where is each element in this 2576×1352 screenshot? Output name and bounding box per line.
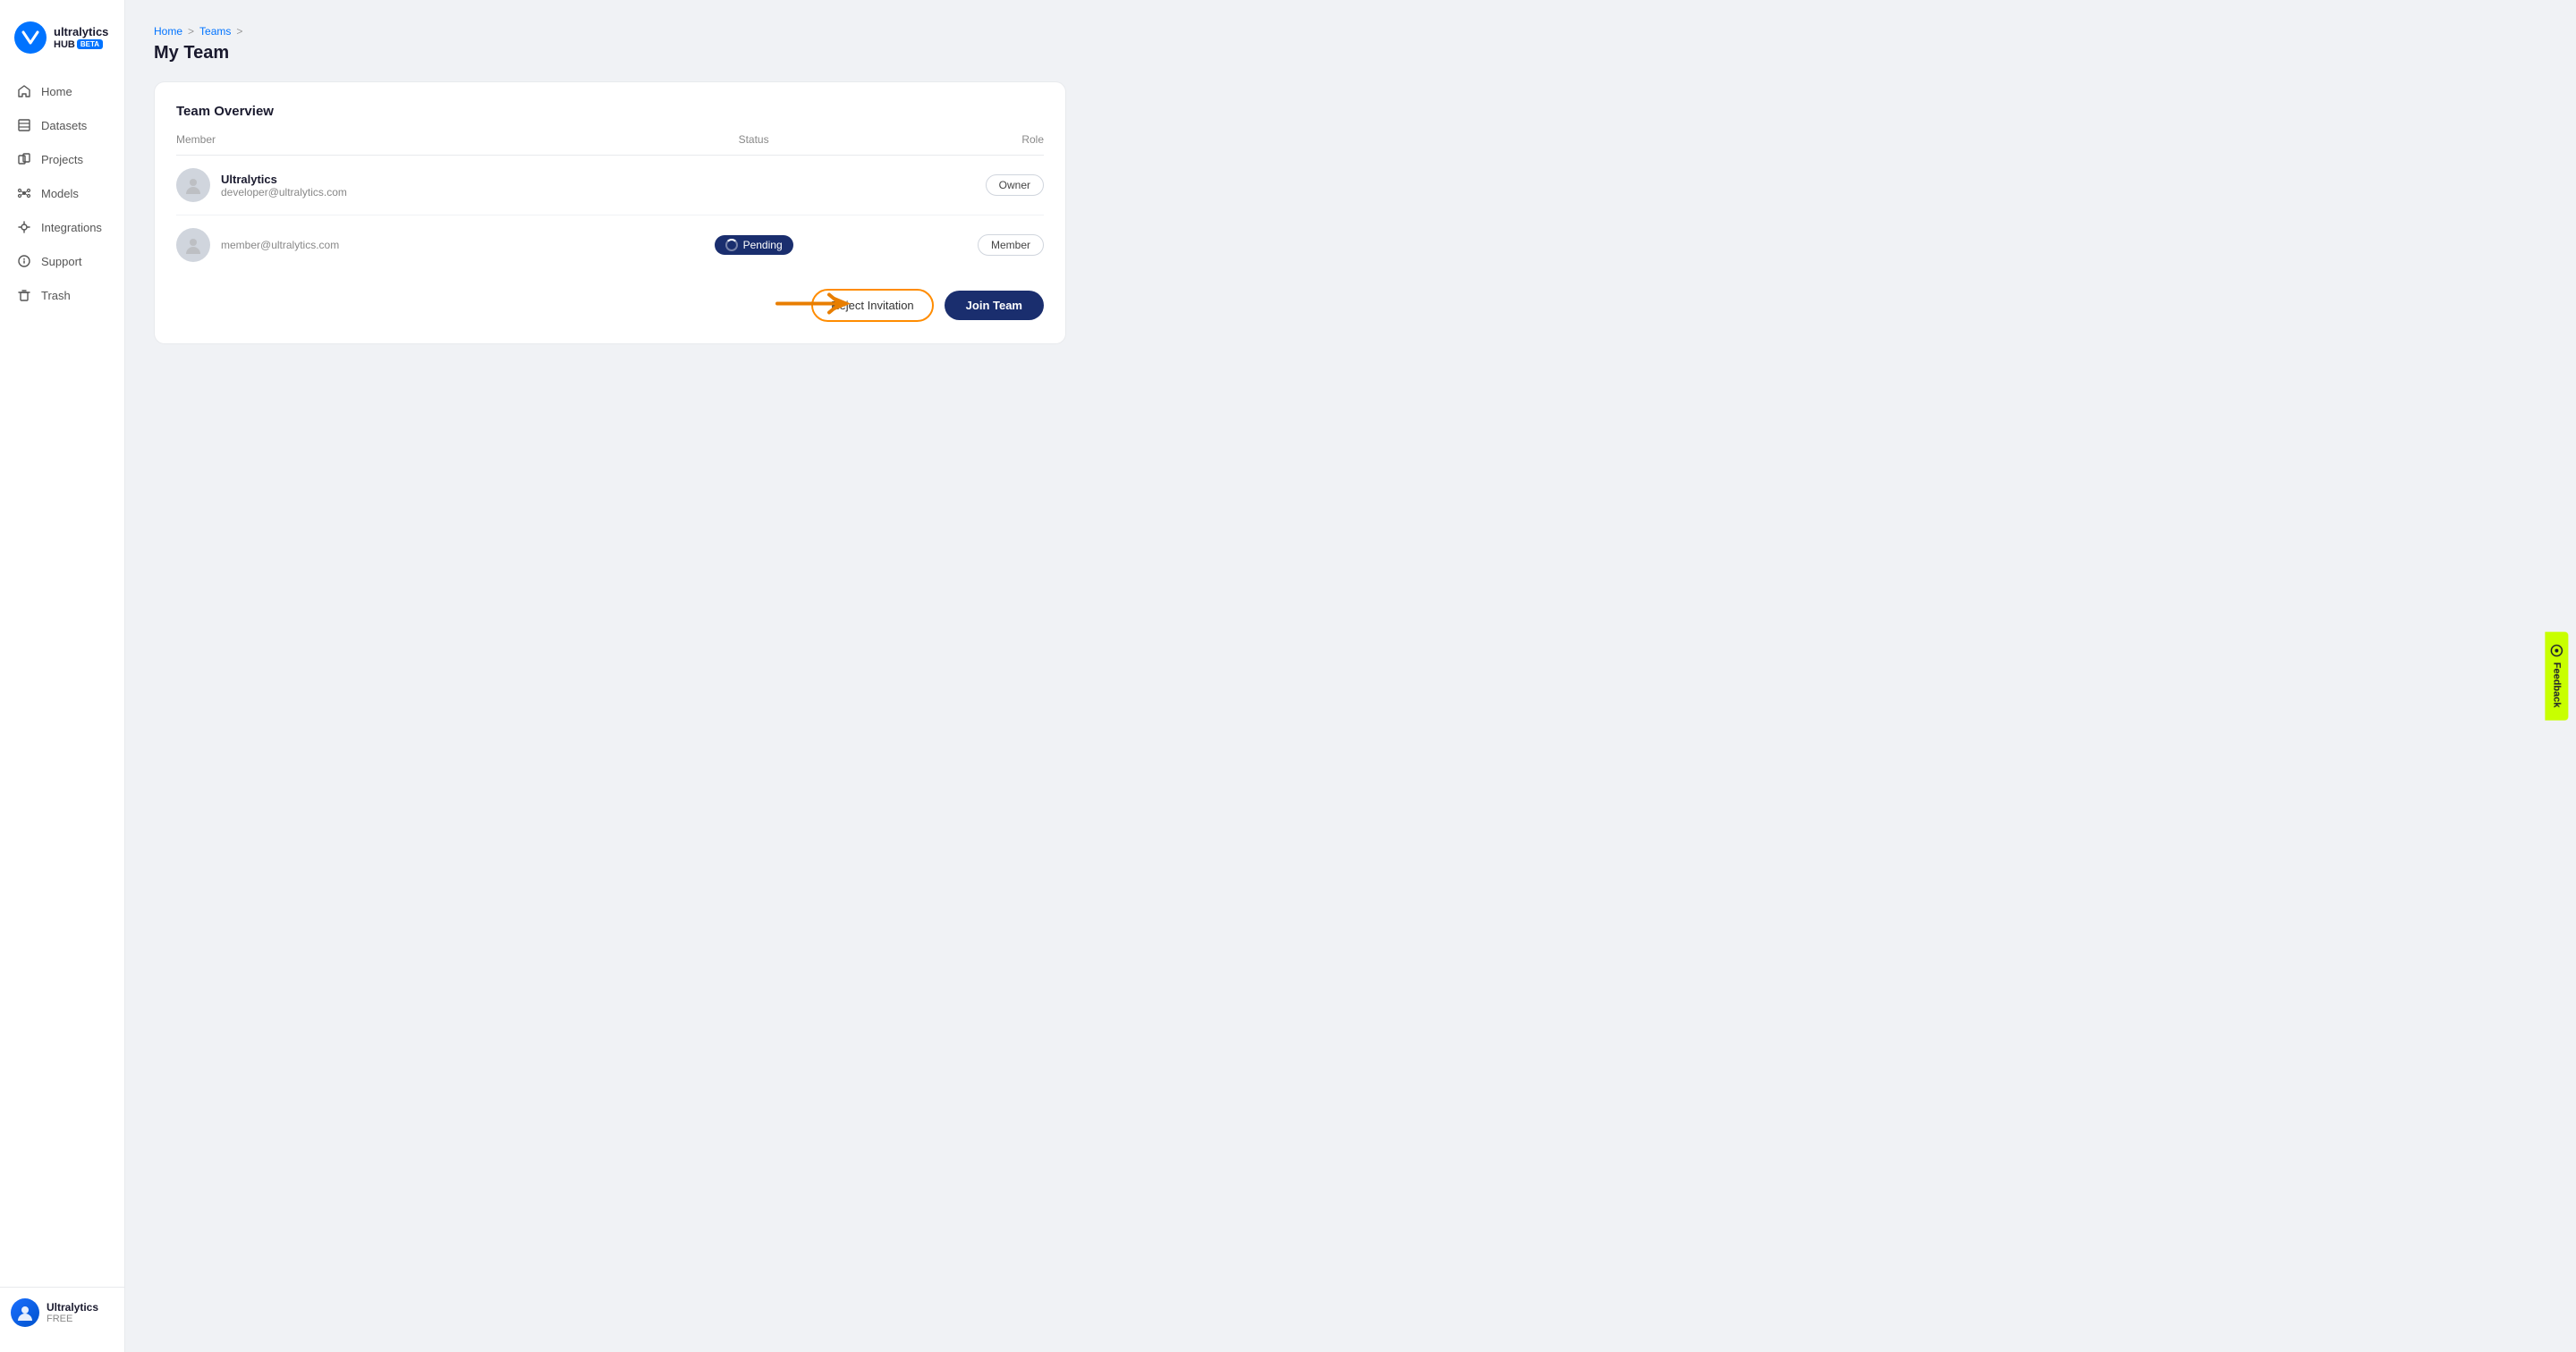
sidebar-bottom: Ultralytics FREE	[0, 1287, 124, 1338]
sidebar-item-projects[interactable]: Projects	[7, 143, 117, 175]
sidebar-item-datasets-label: Datasets	[41, 119, 87, 132]
app-name: ultralytics	[54, 25, 108, 39]
beta-badge: BETA	[77, 39, 103, 49]
feedback-tab[interactable]: Feedback	[2546, 632, 2569, 721]
action-row: Reject Invitation Join Team	[176, 289, 1044, 322]
user-info[interactable]: Ultralytics FREE	[11, 1298, 114, 1327]
feedback-icon	[2551, 645, 2563, 657]
logo-text: ultralytics HUBBETA	[54, 25, 108, 50]
user-text: Ultralytics FREE	[47, 1301, 98, 1324]
sidebar: ultralytics HUBBETA Home Datasets Proje	[0, 0, 125, 1352]
breadcrumb-home[interactable]: Home	[154, 25, 182, 38]
table-row: Ultralytics developer@ultralytics.com Ow…	[176, 156, 1044, 215]
status-cell-1	[646, 156, 862, 215]
datasets-icon	[16, 117, 32, 133]
member-info-1: Ultralytics developer@ultralytics.com	[221, 173, 347, 199]
sidebar-item-integrations[interactable]: Integrations	[7, 211, 117, 243]
pending-label: Pending	[743, 239, 783, 251]
member-name-1: Ultralytics	[221, 173, 347, 186]
models-icon	[16, 185, 32, 201]
feedback-label: Feedback	[2552, 663, 2563, 708]
sidebar-item-home[interactable]: Home	[7, 75, 117, 107]
breadcrumb-teams[interactable]: Teams	[199, 25, 231, 38]
hub-label: HUBBETA	[54, 39, 108, 50]
member-avatar-2	[176, 228, 210, 262]
user-plan: FREE	[47, 1314, 98, 1324]
member-email-1: developer@ultralytics.com	[221, 186, 347, 199]
orange-arrow-indicator	[774, 289, 854, 322]
pending-badge: Pending	[715, 235, 793, 255]
breadcrumb-sep-2: >	[236, 25, 242, 38]
sidebar-item-home-label: Home	[41, 85, 72, 98]
breadcrumb-sep-1: >	[188, 25, 194, 38]
nav-items: Home Datasets Projects Models	[0, 75, 124, 1287]
sidebar-item-models[interactable]: Models	[7, 177, 117, 209]
logo-icon	[14, 21, 47, 54]
team-table: Member Status Role Ultralytics	[176, 133, 1044, 275]
status-cell-2: Pending	[646, 215, 862, 275]
role-cell-2: Member	[862, 215, 1044, 275]
sidebar-item-datasets[interactable]: Datasets	[7, 109, 117, 141]
logo: ultralytics HUBBETA	[0, 14, 124, 75]
member-cell-2: member@ultralytics.com	[176, 215, 646, 275]
col-role: Role	[862, 133, 1044, 156]
member-cell-1: Ultralytics developer@ultralytics.com	[176, 156, 646, 215]
trash-icon	[16, 287, 32, 303]
member-avatar-1	[176, 168, 210, 202]
role-cell-1: Owner	[862, 156, 1044, 215]
role-badge-member: Member	[978, 234, 1044, 256]
sidebar-item-projects-label: Projects	[41, 153, 83, 166]
sidebar-item-trash-label: Trash	[41, 289, 71, 302]
projects-icon	[16, 151, 32, 167]
col-status: Status	[646, 133, 862, 156]
card-title: Team Overview	[176, 104, 1044, 119]
breadcrumb: Home > Teams >	[154, 25, 2547, 38]
member-email-2: member@ultralytics.com	[221, 239, 339, 251]
sidebar-item-support[interactable]: Support	[7, 245, 117, 277]
sidebar-item-integrations-label: Integrations	[41, 221, 102, 234]
home-icon	[16, 83, 32, 99]
join-team-button[interactable]: Join Team	[945, 291, 1044, 320]
user-name: Ultralytics	[47, 1301, 98, 1314]
main-content: Home > Teams > My Team Team Overview Mem…	[125, 0, 2576, 1352]
sidebar-item-models-label: Models	[41, 187, 79, 200]
support-icon	[16, 253, 32, 269]
team-card: Team Overview Member Status Role	[154, 81, 1066, 344]
sidebar-item-support-label: Support	[41, 255, 82, 268]
table-row: member@ultralytics.com Pending Member	[176, 215, 1044, 275]
pending-spinner	[725, 239, 738, 251]
role-badge-owner: Owner	[986, 174, 1044, 196]
sidebar-item-trash[interactable]: Trash	[7, 279, 117, 311]
integrations-icon	[16, 219, 32, 235]
col-member: Member	[176, 133, 646, 156]
page-title: My Team	[154, 43, 2547, 63]
member-info-2: member@ultralytics.com	[221, 239, 339, 251]
user-avatar	[11, 1298, 39, 1327]
